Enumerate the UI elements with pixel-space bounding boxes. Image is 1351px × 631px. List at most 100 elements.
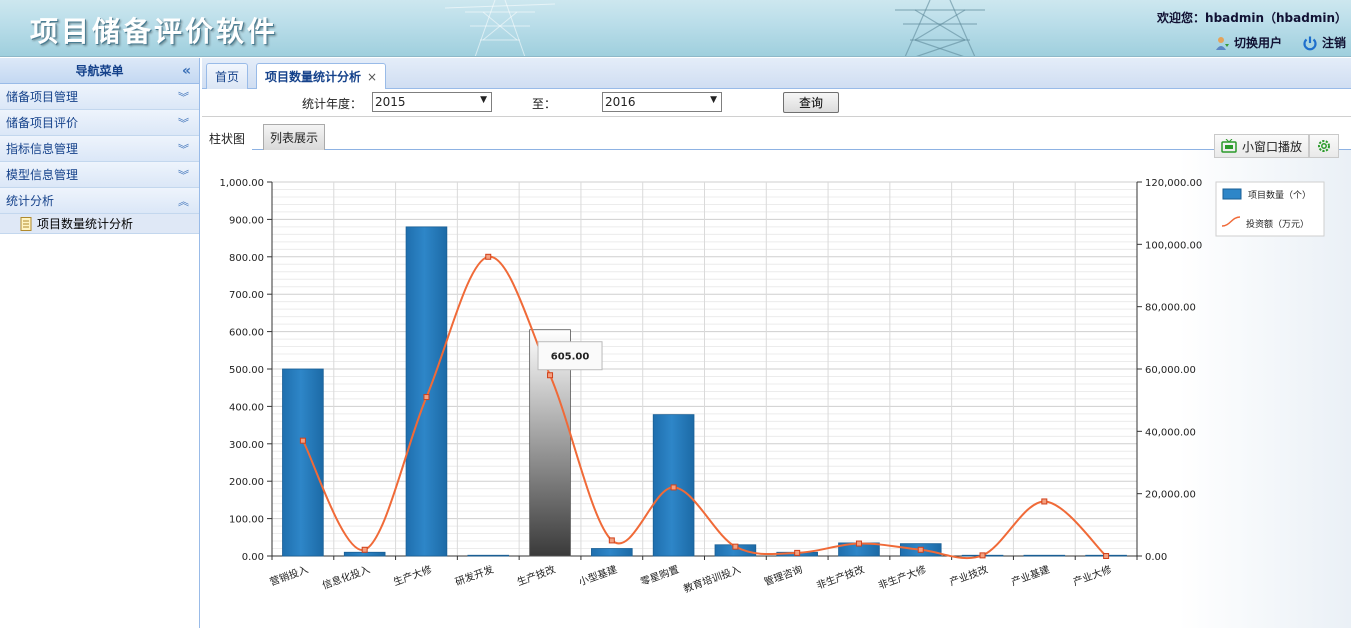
app-title: 项目储备评价软件: [30, 15, 279, 48]
line-point: [361, 546, 368, 553]
line-point: [855, 540, 862, 547]
y-right-tick-label: 40,000.00: [1145, 427, 1196, 438]
header-banner: 项目储备评价软件 欢迎您：hbadmin（hbadmin） 切换用户 注销: [0, 0, 1351, 57]
collapse-sidebar-icon[interactable]: «: [182, 63, 191, 79]
y-left-tick-label: 800.00: [229, 253, 264, 264]
query-button[interactable]: 查询: [783, 92, 839, 113]
mini-window-play-button[interactable]: 小窗口播放: [1213, 134, 1309, 158]
line-point: [917, 546, 924, 553]
logout-label: 注销: [1322, 36, 1347, 50]
bar: [591, 548, 633, 557]
line-point: [1103, 553, 1110, 559]
y-left-tick-label: 600.00: [229, 328, 264, 339]
legend-label-investment: 投资额（万元）: [1246, 218, 1309, 230]
logout-button[interactable]: 注销: [1302, 34, 1346, 51]
switch-user-button[interactable]: 切换用户: [1214, 34, 1282, 51]
chevron-down-icon: ︾: [178, 143, 189, 156]
tab-home[interactable]: 首页: [206, 63, 249, 89]
tab-project-count-analysis[interactable]: 项目数量统计分析 ×: [256, 63, 387, 89]
chevron-down-icon: ︾: [178, 91, 189, 104]
nav-group-indicator-management[interactable]: 指标信息管理 ︾: [0, 136, 199, 162]
sidebar-item-label: 项目数量统计分析: [37, 217, 134, 231]
mini-window-play-label: 小窗口播放: [1241, 139, 1302, 154]
tab-bar-chart[interactable]: 柱状图: [202, 124, 253, 151]
line-point: [794, 549, 801, 556]
y-right-tick-label: 120,000.00: [1145, 178, 1202, 189]
y-left-tick-label: 200.00: [229, 477, 264, 488]
line-point: [732, 543, 739, 550]
to-year-select[interactable]: 2016 ▼: [602, 92, 722, 112]
sidebar: 导航菜单 « 储备项目管理 ︾ 储备项目评价 ︾ 指标信息管理 ︾ 模型信息管理…: [0, 58, 200, 628]
view-tabs: 柱状图 列表展示: [202, 121, 1351, 151]
document-icon: [20, 216, 32, 231]
nav-menu-title: 导航菜单: [75, 64, 124, 78]
chart: 0.00 100.00 200.00 300.00 400.00 500.00 600.00…: [219, 178, 1325, 596]
y-right-tick-label: 0.00: [1145, 552, 1167, 563]
dropdown-arrow-icon: ▼: [480, 95, 487, 105]
tv-icon: [1221, 139, 1237, 153]
x-tick-label: 生产技改: [515, 563, 557, 589]
sidebar-item-project-count-analysis[interactable]: 项目数量统计分析: [0, 214, 199, 234]
nav-group-label: 储备项目评价: [6, 116, 79, 130]
y-right-tick-label: 80,000.00: [1145, 303, 1196, 314]
nav-group-model-management[interactable]: 模型信息管理 ︾: [0, 162, 199, 188]
x-tick-label: 产业技改: [948, 563, 990, 589]
x-tick-label: 产业大修: [1071, 563, 1113, 589]
y-left-tick-label: 1,000.00: [219, 178, 264, 189]
y-left-tick-label: 900.00: [229, 215, 264, 226]
tab-strip: 首页 项目数量统计分析 ×: [202, 58, 1351, 89]
welcome-text: 欢迎您：hbadmin（hbadmin）: [1157, 11, 1347, 25]
tab-label: 柱状图: [209, 131, 246, 146]
bar: [467, 554, 510, 557]
chevron-down-icon: ︾: [178, 169, 189, 182]
settings-button[interactable]: [1309, 134, 1339, 158]
close-icon[interactable]: ×: [367, 70, 377, 84]
dropdown-arrow-icon: ▼: [710, 95, 717, 105]
chart-area: 0.00 100.00 200.00 300.00 400.00 500.00 600.00…: [202, 150, 1351, 628]
y-left-tick-label: 400.00: [229, 402, 264, 413]
x-tick-label: 教育培训投入: [682, 563, 743, 596]
nav-menu-header: 导航菜单 «: [0, 58, 199, 84]
switch-user-label: 切换用户: [1234, 36, 1283, 50]
bar: [282, 368, 324, 557]
x-tick-label: 小型基建: [577, 563, 619, 589]
legend-label-project-count: 项目数量（个）: [1248, 189, 1311, 201]
user-switch-icon: [1216, 36, 1229, 50]
tab-label: 列表展示: [270, 131, 319, 145]
x-tick-label: 零星购置: [639, 563, 681, 589]
nav-group-label: 模型信息管理: [6, 168, 79, 182]
tab-label: 首页: [215, 70, 240, 84]
x-tick-label: 研发开发: [453, 563, 495, 589]
power-tower-graphic: [445, 0, 555, 56]
line-point: [547, 372, 554, 379]
y-left-tick-label: 100.00: [229, 515, 264, 526]
nav-group-statistics[interactable]: 统计分析 ︽: [0, 188, 199, 214]
x-tick-label: 非生产大修: [876, 563, 927, 592]
nav-group-reserve-project-evaluation[interactable]: 储备项目评价 ︾: [0, 110, 199, 136]
x-tick-label: 非生产技改: [815, 563, 866, 592]
y-right-tick-label: 20,000.00: [1145, 490, 1196, 501]
x-tick-label: 生产大修: [391, 563, 433, 589]
nav-group-reserve-project-management[interactable]: 储备项目管理 ︾: [0, 84, 199, 110]
y-left-tick-label: 700.00: [229, 290, 264, 301]
power-icon: [1303, 36, 1317, 50]
nav-group-label: 储备项目管理: [6, 90, 79, 104]
x-tick-label: 管理咨询: [762, 563, 804, 589]
gear-icon: [1318, 140, 1330, 152]
tab-label: 项目数量统计分析: [265, 70, 362, 84]
line-point: [1041, 498, 1048, 505]
legend-swatch-bar: [1222, 188, 1242, 200]
y-left-tick-label: 500.00: [229, 365, 264, 376]
chevron-down-icon: ︾: [178, 117, 189, 130]
tooltip-text: 605.00: [551, 352, 590, 363]
y-left-tick-label: 0.00: [242, 552, 264, 563]
chevron-up-icon: ︽: [178, 195, 189, 208]
bar: [343, 551, 386, 557]
from-year-select[interactable]: 2015 ▼: [372, 92, 492, 112]
y-right-tick-label: 100,000.00: [1145, 240, 1202, 251]
x-tick-label: 信息化投入: [320, 563, 371, 592]
line-point: [423, 394, 430, 401]
line-point: [979, 552, 986, 559]
query-bar: 统计年度： 2015 ▼ 至： 2016 ▼ 查询: [202, 89, 1351, 117]
tab-list-view[interactable]: 列表展示: [263, 124, 326, 150]
